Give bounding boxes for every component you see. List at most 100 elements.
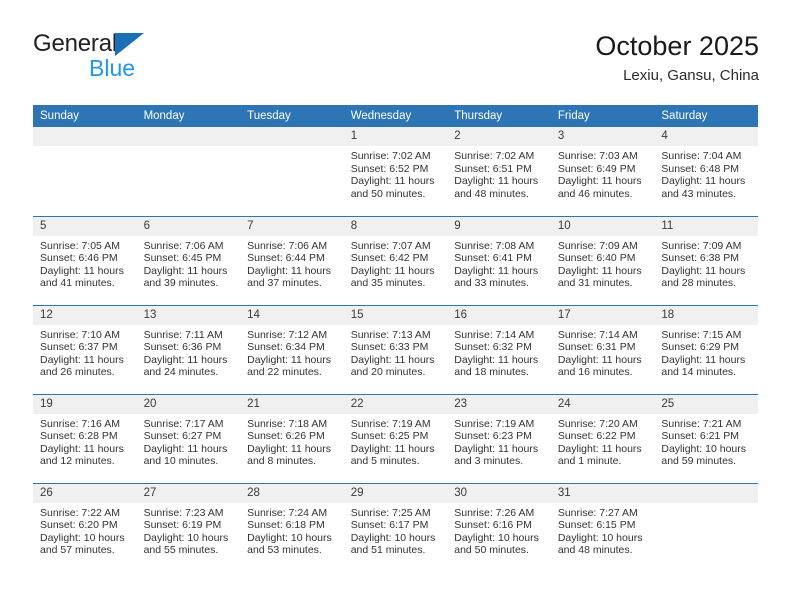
- calendar-day-number: 26: [33, 483, 137, 503]
- calendar-day-details: Sunrise: 7:15 AM Sunset: 6:29 PM Daylight:…: [654, 325, 758, 379]
- calendar-day-number: 25: [654, 394, 758, 414]
- calendar-day-cell[interactable]: 4 Sunrise: 7:04 AM Sunset: 6:48 PM Daylight…: [654, 127, 758, 216]
- calendar-day-cell[interactable]: 10 Sunrise: 7:09 AM Sunset: 6:40 PM Dayligh…: [550, 215, 655, 305]
- calendar-day-number: 23: [447, 394, 551, 414]
- sunset-text: Sunset: 6:51 PM: [454, 162, 532, 175]
- brand-name-general: General: [33, 30, 117, 57]
- brand-logo[interactable]: General Blue: [33, 30, 273, 81]
- sunrise-text: Sunrise: 7:08 AM: [454, 239, 535, 252]
- sunrise-text: Sunrise: 7:24 AM: [247, 506, 328, 519]
- calendar-day-cell[interactable]: 27 Sunrise: 7:23 AM Sunset: 6:19 PM Dayligh…: [136, 482, 241, 572]
- daylight-text: Daylight: 11 hours and 24 minutes.: [143, 353, 228, 379]
- sunrise-text: Sunrise: 7:11 AM: [143, 328, 223, 341]
- sunrise-text: Sunrise: 7:26 AM: [454, 506, 535, 519]
- calendar-day-number: 13: [136, 305, 241, 325]
- daylight-text: Daylight: 11 hours and 18 minutes.: [454, 353, 539, 379]
- calendar-day-cell[interactable]: 30 Sunrise: 7:26 AM Sunset: 6:16 PM Dayligh…: [447, 482, 551, 572]
- calendar-day-cell[interactable]: 21 Sunrise: 7:18 AM Sunset: 6:26 PM Dayligh…: [240, 393, 344, 483]
- daylight-text: Daylight: 10 hours and 57 minutes.: [40, 531, 125, 557]
- calendar-page: General Blue October 2025 Lexiu, Gansu, …: [0, 0, 792, 612]
- calendar-day-cell[interactable]: 22 Sunrise: 7:19 AM Sunset: 6:25 PM Dayligh…: [343, 393, 448, 483]
- daylight-text: Daylight: 10 hours and 50 minutes.: [454, 531, 539, 557]
- calendar-day-cell[interactable]: 18 Sunrise: 7:15 AM Sunset: 6:29 PM Dayligh…: [654, 304, 758, 394]
- calendar-day-cell[interactable]: 19 Sunrise: 7:16 AM Sunset: 6:28 PM Dayligh…: [33, 393, 137, 483]
- calendar-day-details: Sunrise: 7:16 AM Sunset: 6:28 PM Daylight:…: [33, 414, 137, 468]
- calendar-day-details: Sunrise: 7:02 AM Sunset: 6:52 PM Daylight:…: [344, 146, 448, 200]
- calendar-day-cell[interactable]: 20 Sunrise: 7:17 AM Sunset: 6:27 PM Dayligh…: [136, 393, 241, 483]
- calendar-day-cell-empty: [136, 127, 241, 216]
- calendar-week-row: 19 Sunrise: 7:16 AM Sunset: 6:28 PM Dayligh…: [33, 393, 758, 483]
- calendar-day-cell[interactable]: 23 Sunrise: 7:19 AM Sunset: 6:23 PM Dayligh…: [447, 393, 551, 483]
- calendar-day-cell[interactable]: 26 Sunrise: 7:22 AM Sunset: 6:20 PM Dayligh…: [33, 482, 137, 572]
- sunset-text: Sunset: 6:25 PM: [350, 430, 429, 443]
- sunset-text: Sunset: 6:28 PM: [40, 430, 118, 443]
- daylight-text: Daylight: 10 hours and 51 minutes.: [350, 531, 436, 557]
- calendar-day-number: 21: [240, 394, 344, 414]
- calendar-day-cell[interactable]: 6 Sunrise: 7:06 AM Sunset: 6:45 PM Daylight…: [136, 215, 241, 305]
- sunrise-text: Sunrise: 7:27 AM: [557, 506, 638, 519]
- calendar-day-cell[interactable]: 7 Sunrise: 7:06 AM Sunset: 6:44 PM Daylight…: [240, 215, 344, 305]
- calendar-day-cell[interactable]: 12 Sunrise: 7:10 AM Sunset: 6:37 PM Dayligh…: [33, 304, 137, 394]
- daylight-text: Daylight: 11 hours and 33 minutes.: [454, 264, 539, 290]
- calendar-body: 1 Sunrise: 7:02 AM Sunset: 6:52 PM Daylight…: [33, 127, 758, 572]
- calendar-day-cell[interactable]: 14 Sunrise: 7:12 AM Sunset: 6:34 PM Dayligh…: [240, 304, 344, 394]
- calendar-day-details: Sunrise: 7:10 AM Sunset: 6:37 PM Daylight:…: [33, 325, 137, 379]
- sunset-text: Sunset: 6:46 PM: [40, 252, 118, 265]
- calendar-day-cell[interactable]: 8 Sunrise: 7:07 AM Sunset: 6:42 PM Daylight…: [343, 215, 448, 305]
- sunrise-text: Sunrise: 7:02 AM: [350, 150, 431, 162]
- calendar-day-cell[interactable]: 1 Sunrise: 7:02 AM Sunset: 6:52 PM Daylight…: [343, 127, 448, 216]
- sunrise-text: Sunrise: 7:25 AM: [350, 506, 431, 519]
- calendar-day-cell[interactable]: 5 Sunrise: 7:05 AM Sunset: 6:46 PM Daylight…: [33, 215, 137, 305]
- brand-logo-row-top: General: [33, 30, 273, 57]
- calendar-week-row: 5 Sunrise: 7:05 AM Sunset: 6:46 PM Daylight…: [33, 215, 758, 305]
- calendar-header-row-group: Sunday Monday Tuesday Wednesday Thursday…: [33, 105, 758, 127]
- sunrise-text: Sunrise: 7:02 AM: [454, 150, 535, 162]
- calendar-day-details: Sunrise: 7:08 AM Sunset: 6:41 PM Daylight:…: [447, 236, 551, 290]
- sunset-text: Sunset: 6:29 PM: [661, 341, 740, 354]
- sunrise-text: Sunrise: 7:14 AM: [557, 328, 638, 341]
- calendar-day-cell[interactable]: 3 Sunrise: 7:03 AM Sunset: 6:49 PM Daylight…: [550, 127, 655, 216]
- calendar-day-details: Sunrise: 7:03 AM Sunset: 6:49 PM Daylight:…: [551, 146, 655, 200]
- calendar-day-cell[interactable]: 31 Sunrise: 7:27 AM Sunset: 6:15 PM Dayligh…: [550, 482, 655, 572]
- calendar-day-cell[interactable]: 24 Sunrise: 7:20 AM Sunset: 6:22 PM Dayligh…: [550, 393, 655, 483]
- sunrise-text: Sunrise: 7:16 AM: [40, 417, 120, 430]
- calendar-day-cell[interactable]: 15 Sunrise: 7:13 AM Sunset: 6:33 PM Dayligh…: [343, 304, 448, 394]
- sunset-text: Sunset: 6:16 PM: [454, 519, 532, 532]
- calendar-week-row: 12 Sunrise: 7:10 AM Sunset: 6:37 PM Dayligh…: [33, 304, 758, 394]
- calendar-day-details: Sunrise: 7:23 AM Sunset: 6:19 PM Daylight:…: [137, 503, 241, 557]
- calendar-day-cell[interactable]: 25 Sunrise: 7:21 AM Sunset: 6:21 PM Dayligh…: [654, 393, 758, 483]
- calendar-day-number: 5: [33, 216, 137, 236]
- calendar-day-details: Sunrise: 7:22 AM Sunset: 6:20 PM Daylight:…: [33, 503, 137, 557]
- page-subtitle-location: Lexiu, Gansu, China: [623, 67, 759, 84]
- calendar-day-cell[interactable]: 11 Sunrise: 7:09 AM Sunset: 6:38 PM Dayligh…: [654, 215, 758, 305]
- calendar-day-cell[interactable]: 28 Sunrise: 7:24 AM Sunset: 6:18 PM Dayligh…: [240, 482, 344, 572]
- weekday-header-wednesday: Wednesday: [343, 105, 448, 127]
- sunset-text: Sunset: 6:18 PM: [247, 519, 325, 532]
- calendar-day-cell[interactable]: 17 Sunrise: 7:14 AM Sunset: 6:31 PM Dayligh…: [550, 304, 655, 394]
- calendar-day-details: Sunrise: 7:26 AM Sunset: 6:16 PM Daylight:…: [447, 503, 551, 557]
- daylight-text: Daylight: 11 hours and 41 minutes.: [40, 264, 124, 290]
- calendar-day-number: 28: [240, 483, 344, 503]
- calendar-day-cell-empty: [654, 482, 758, 572]
- calendar-day-cell[interactable]: 2 Sunrise: 7:02 AM Sunset: 6:51 PM Daylight…: [447, 127, 551, 216]
- calendar-day-details: Sunrise: 7:13 AM Sunset: 6:33 PM Daylight:…: [344, 325, 448, 379]
- weekday-header-row: Sunday Monday Tuesday Wednesday Thursday…: [33, 105, 758, 127]
- sunrise-text: Sunrise: 7:19 AM: [454, 417, 535, 430]
- calendar-day-cell[interactable]: 16 Sunrise: 7:14 AM Sunset: 6:32 PM Dayligh…: [447, 304, 551, 394]
- calendar-day-cell[interactable]: 29 Sunrise: 7:25 AM Sunset: 6:17 PM Dayligh…: [343, 482, 448, 572]
- sunset-text: Sunset: 6:41 PM: [454, 252, 532, 265]
- daylight-text: Daylight: 11 hours and 35 minutes.: [350, 264, 435, 290]
- sunrise-text: Sunrise: 7:12 AM: [247, 328, 328, 341]
- calendar-day-cell-empty: [240, 127, 344, 216]
- sunrise-text: Sunrise: 7:23 AM: [143, 506, 224, 519]
- weekday-header-tuesday: Tuesday: [240, 105, 344, 127]
- calendar-day-cell[interactable]: 9 Sunrise: 7:08 AM Sunset: 6:41 PM Daylight…: [447, 215, 551, 305]
- calendar-day-details: Sunrise: 7:02 AM Sunset: 6:51 PM Daylight:…: [447, 146, 551, 200]
- daylight-text: Daylight: 11 hours and 20 minutes.: [350, 353, 435, 379]
- calendar-day-cell[interactable]: 13 Sunrise: 7:11 AM Sunset: 6:36 PM Dayligh…: [136, 304, 241, 394]
- calendar-day-number: 8: [343, 216, 448, 236]
- daylight-text: Daylight: 11 hours and 46 minutes.: [557, 175, 642, 200]
- daylight-text: Daylight: 11 hours and 5 minutes.: [350, 442, 435, 468]
- sunset-text: Sunset: 6:52 PM: [350, 162, 429, 175]
- sunset-text: Sunset: 6:17 PM: [350, 519, 429, 532]
